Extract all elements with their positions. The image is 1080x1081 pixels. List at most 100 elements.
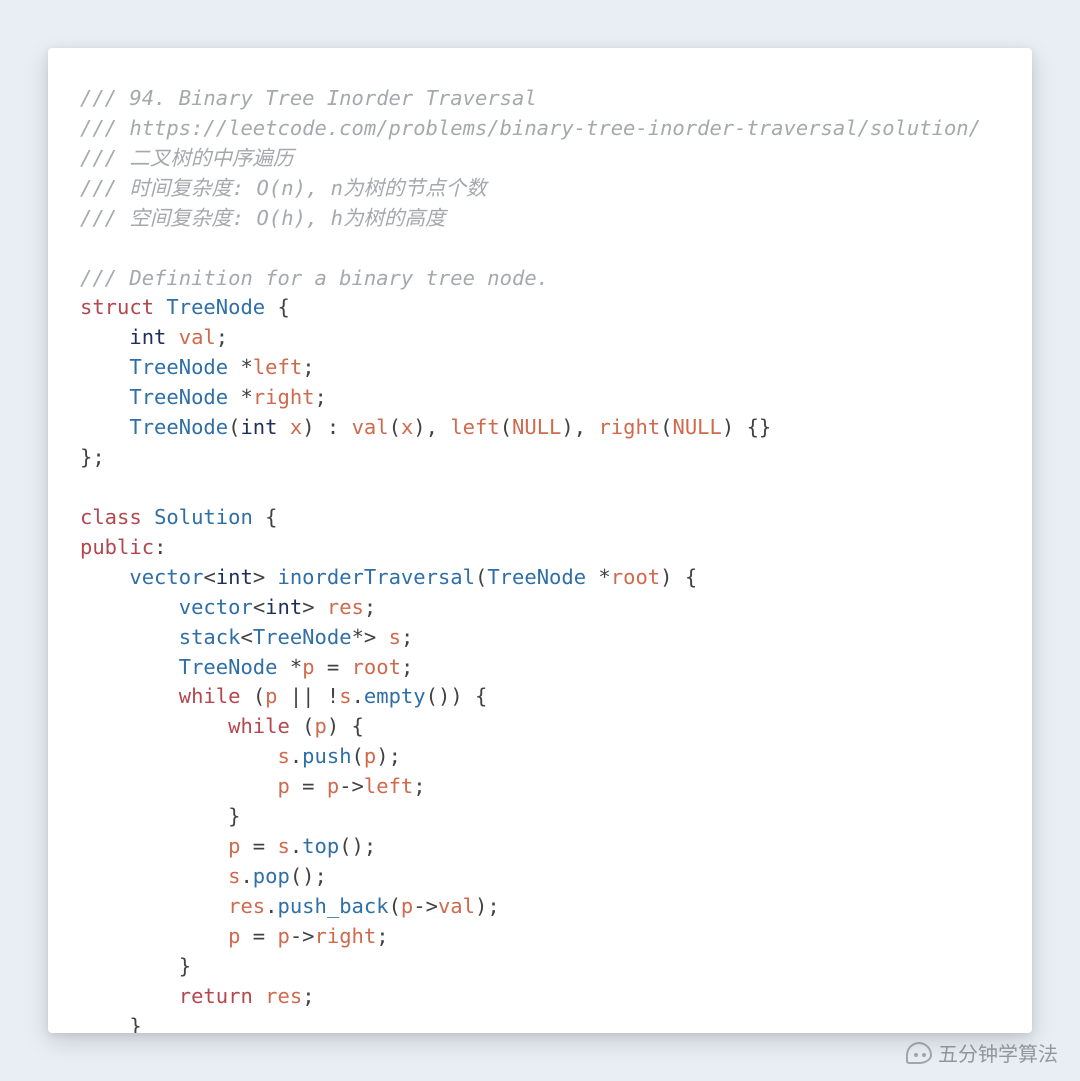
kw-int: int (265, 595, 302, 619)
fn-top: top (302, 834, 339, 858)
punct: ) (660, 565, 672, 589)
punct: . (352, 684, 364, 708)
id-s: s (389, 625, 401, 649)
punct: { (475, 684, 487, 708)
id-s: s (339, 684, 351, 708)
punct: ) (475, 894, 487, 918)
punct: ; (376, 924, 388, 948)
id-left: left (364, 774, 413, 798)
punct: > (302, 595, 314, 619)
id-p: p (364, 744, 376, 768)
punct: . (240, 864, 252, 888)
op-arrow: -> (290, 924, 315, 948)
id-p: p (228, 924, 240, 948)
type-solution: Solution (154, 505, 253, 529)
punct: . (290, 834, 302, 858)
punct: ( (389, 415, 401, 439)
punct: } (129, 1014, 141, 1033)
kw-public: public (80, 535, 154, 559)
type-treenode: TreeNode (487, 565, 586, 589)
punct: ; (487, 894, 499, 918)
op-star: * (240, 355, 252, 379)
punct: ( (228, 415, 240, 439)
id-val: val (352, 415, 389, 439)
op-not: ! (327, 684, 339, 708)
punct: ; (302, 355, 314, 379)
punct: ( (389, 894, 401, 918)
punct: ; (216, 325, 228, 349)
punct: ; (364, 834, 376, 858)
null-literal: NULL (673, 415, 722, 439)
punct: . (290, 744, 302, 768)
punct: { (265, 505, 277, 529)
comment-line: /// https://leetcode.com/problems/binary… (80, 116, 981, 140)
id-p: p (228, 834, 240, 858)
punct: } (179, 954, 191, 978)
punct: () (426, 684, 451, 708)
kw-int: int (216, 565, 253, 589)
punct: , (426, 415, 438, 439)
id-val: val (179, 325, 216, 349)
kw-int: int (240, 415, 277, 439)
id-x: x (290, 415, 302, 439)
id-left: left (450, 415, 499, 439)
punct: ; (364, 595, 376, 619)
id-left: left (253, 355, 302, 379)
punct: { (352, 714, 364, 738)
id-p: p (327, 774, 339, 798)
kw-struct: struct (80, 295, 154, 319)
op-eq: = (253, 924, 265, 948)
op-arrow: -> (413, 894, 438, 918)
punct: () (339, 834, 364, 858)
op-eq: = (253, 834, 265, 858)
punct: > (364, 625, 376, 649)
punct: < (203, 565, 215, 589)
type-treenode: TreeNode (179, 655, 278, 679)
id-p: p (302, 655, 314, 679)
punct: ) (722, 415, 734, 439)
id-s: s (277, 834, 289, 858)
id-root: root (352, 655, 401, 679)
type-vector: vector (129, 565, 203, 589)
punct: ; (401, 655, 413, 679)
punct: : (154, 535, 166, 559)
punct: ) (376, 744, 388, 768)
punct: ; (389, 744, 401, 768)
watermark: 五分钟学算法 (906, 1038, 1058, 1067)
fn-empty: empty (364, 684, 426, 708)
id-p: p (315, 714, 327, 738)
id-right: right (598, 415, 660, 439)
comment-line: /// 空间复杂度: O(h), h为树的高度 (80, 206, 445, 230)
id-right: right (253, 385, 315, 409)
comment-line: /// Definition for a binary tree node. (80, 266, 549, 290)
kw-class: class (80, 505, 142, 529)
id-s: s (228, 864, 240, 888)
punct: { (685, 565, 697, 589)
type-stack: stack (179, 625, 241, 649)
type-treenode: TreeNode (129, 385, 228, 409)
punct: ) (413, 415, 425, 439)
punct: . (265, 894, 277, 918)
punct: : (327, 415, 339, 439)
punct: ( (352, 744, 364, 768)
punct: ) (450, 684, 462, 708)
punct: ; (315, 864, 327, 888)
punct: ; (302, 984, 314, 1008)
punct: ( (500, 415, 512, 439)
id-res: res (265, 984, 302, 1008)
punct: {} (747, 415, 772, 439)
punct: < (253, 595, 265, 619)
code-card: /// 94. Binary Tree Inorder Traversal //… (48, 48, 1032, 1033)
type-vector: vector (179, 595, 253, 619)
punct: ( (660, 415, 672, 439)
code-block: /// 94. Binary Tree Inorder Traversal //… (80, 84, 1000, 1033)
op-eq: = (327, 655, 339, 679)
op-star: * (240, 385, 252, 409)
id-x: x (401, 415, 413, 439)
id-right: right (315, 924, 377, 948)
type-treenode: TreeNode (166, 295, 265, 319)
watermark-text: 五分钟学算法 (938, 1038, 1058, 1067)
id-res: res (228, 894, 265, 918)
id-s: s (277, 744, 289, 768)
punct: { (278, 295, 290, 319)
